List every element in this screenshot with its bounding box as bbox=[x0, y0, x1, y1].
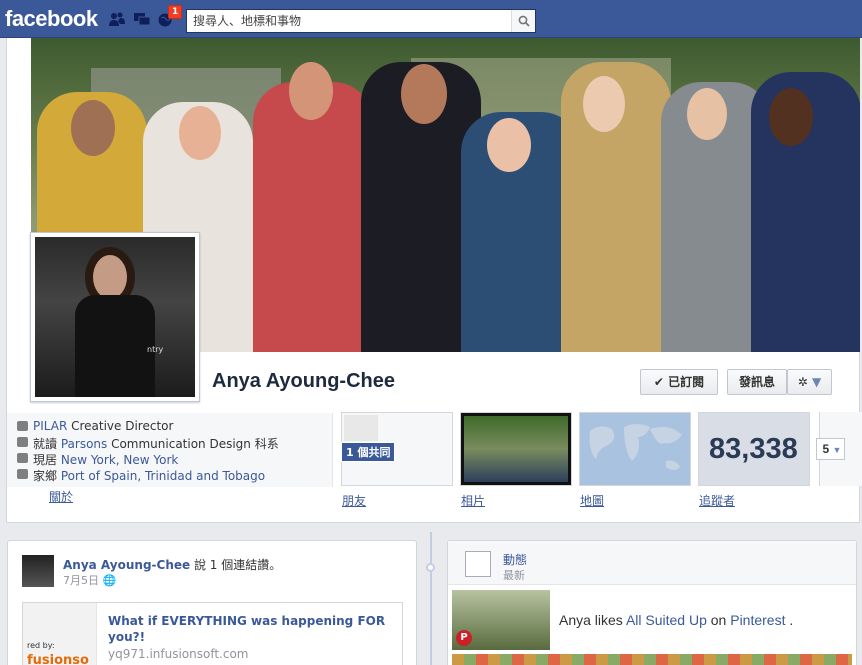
search-input[interactable] bbox=[187, 10, 507, 32]
search-box bbox=[186, 9, 536, 33]
activity-subtitle: 最新 bbox=[503, 569, 525, 582]
photos-label[interactable]: 相片 bbox=[461, 492, 485, 509]
activity-next-item-partial[interactable] bbox=[452, 654, 852, 665]
work-link[interactable]: PILAR bbox=[33, 419, 67, 433]
info-education: 就讀 Parsons Communication Design 科系 bbox=[17, 435, 279, 452]
timeline-post: Anya Ayoung-Chee 說 1 個連結讚。 7月5日 🌐 red by… bbox=[7, 540, 417, 665]
activity-app-link[interactable]: Pinterest bbox=[730, 612, 785, 628]
friends-app[interactable]: 1 個共同 bbox=[341, 412, 453, 486]
activity-thumbnail[interactable]: P bbox=[452, 590, 550, 650]
photos-app[interactable] bbox=[460, 412, 572, 486]
activity-board-link[interactable]: All Suited Up bbox=[626, 612, 707, 628]
briefcase-icon bbox=[17, 421, 28, 431]
activity-title[interactable]: 動態 bbox=[503, 551, 527, 568]
link-url: yq971.infusionsoft.com bbox=[108, 647, 249, 661]
gear-icon: ✲ bbox=[797, 375, 808, 389]
followers-app[interactable]: 83,338 bbox=[698, 412, 810, 486]
profile-name: Anya Ayoung-Chee bbox=[212, 370, 395, 392]
friends-label[interactable]: 朋友 bbox=[342, 492, 366, 509]
map-label[interactable]: 地圖 bbox=[580, 492, 604, 509]
settings-dropdown-button[interactable]: ✲ ▼ bbox=[787, 369, 832, 395]
school-link[interactable]: Parsons bbox=[61, 437, 107, 451]
info-location: 現居 New York, New York bbox=[17, 451, 179, 468]
activity-text: Anya likes All Suited Up on Pinterest . bbox=[559, 612, 794, 628]
search-button[interactable] bbox=[511, 10, 535, 32]
chevron-down-icon: ▼ bbox=[832, 445, 842, 455]
mutual-friends-badge: 1 個共同 bbox=[341, 442, 396, 462]
timeline-spine-dot bbox=[426, 563, 435, 572]
map-app[interactable] bbox=[579, 412, 691, 486]
info-hometown: 家鄉 Port of Spain, Trinidad and Tobago bbox=[17, 467, 265, 484]
facebook-logo[interactable]: facebook bbox=[5, 6, 98, 32]
world-map-icon bbox=[589, 424, 682, 470]
activity-list-icon bbox=[465, 551, 491, 577]
profile-info: PILAR Creative Director 就讀 Parsons Commu… bbox=[7, 413, 333, 487]
top-bar: facebook 1 bbox=[0, 0, 862, 38]
activity-header: 動態 最新 bbox=[448, 541, 856, 585]
timeline-spine bbox=[430, 532, 432, 665]
link-thumbnail[interactable]: red by: fusionso bbox=[23, 603, 97, 665]
current-city-link[interactable]: New York, New York bbox=[61, 453, 179, 467]
search-icon bbox=[518, 15, 530, 27]
messages-icon[interactable] bbox=[133, 11, 151, 27]
profile-picture[interactable]: ntry bbox=[30, 232, 200, 402]
post-author-link[interactable]: Anya Ayoung-Chee bbox=[63, 558, 190, 572]
chevron-down-icon: ▼ bbox=[812, 375, 822, 389]
avatar[interactable] bbox=[22, 555, 54, 587]
location-pin-icon bbox=[17, 453, 28, 463]
link-title[interactable]: What if EVERYTHING was happening FOR you… bbox=[108, 613, 388, 645]
home-icon bbox=[17, 469, 28, 479]
graduation-cap-icon bbox=[17, 437, 28, 447]
more-apps-button[interactable]: 5 ▼ bbox=[816, 438, 845, 460]
friend-requests-icon[interactable] bbox=[108, 11, 126, 27]
info-work: PILAR Creative Director bbox=[17, 419, 173, 433]
pinterest-icon: P bbox=[456, 630, 472, 646]
notification-badge: 1 bbox=[168, 5, 183, 19]
about-link[interactable]: 關於 bbox=[49, 488, 73, 505]
hometown-link[interactable]: Port of Spain, Trinidad and Tobago bbox=[61, 469, 265, 483]
activity-box: 動態 最新 P Anya likes All Suited Up on Pint… bbox=[447, 540, 857, 665]
post-header: Anya Ayoung-Chee 說 1 個連結讚。 bbox=[63, 558, 282, 572]
message-button[interactable]: 發訊息 bbox=[727, 369, 787, 395]
shared-link-card[interactable]: red by: fusionso What if EVERYTHING was … bbox=[22, 602, 403, 665]
globe-icon: 🌐 bbox=[102, 574, 117, 587]
followers-label[interactable]: 追蹤者 bbox=[699, 492, 735, 509]
post-timestamp[interactable]: 7月5日 🌐 bbox=[63, 572, 116, 588]
check-icon: ✔ bbox=[653, 375, 664, 389]
subscribed-button[interactable]: ✔ 已訂閱 bbox=[640, 369, 718, 395]
followers-count: 83,338 bbox=[709, 433, 798, 465]
